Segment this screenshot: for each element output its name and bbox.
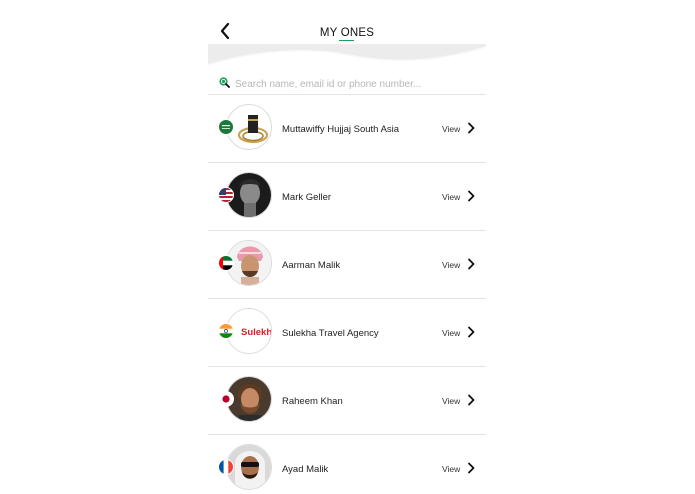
view-link[interactable]: View [442,192,460,202]
view-link[interactable]: View [442,396,460,406]
flag-france-icon [218,459,234,475]
contact-name: Raheem Khan [282,396,343,407]
chevron-right-icon[interactable] [467,190,475,202]
view-link[interactable]: View [442,260,460,270]
page-title-part: MY [319,27,341,39]
search-icon [219,77,230,88]
search-input[interactable] [235,77,475,91]
title-accent-underline [338,39,354,41]
page-title: MY ONES [208,27,486,41]
header: MY ONES [208,0,486,80]
list-item[interactable]: Muttawiffy Hujjaj South Asia View [208,95,486,163]
list-item[interactable]: Raheem Khan View [208,367,486,435]
chevron-right-icon[interactable] [467,122,475,134]
view-link[interactable]: View [442,124,460,134]
view-link[interactable]: View [442,464,460,474]
flag-japan-icon [218,391,234,407]
page-title-part: ES [358,27,375,39]
list-item[interactable]: Mark Geller View [208,163,486,231]
logo-text: Sulekha [241,327,271,338]
contact-name: Sulekha Travel Agency [282,328,379,339]
contact-name: Muttawiffy Hujjaj South Asia [282,124,400,135]
list-item[interactable]: Ayad Malik View [208,435,486,494]
contact-list: Muttawiffy Hujjaj South Asia View Mark G… [208,95,486,494]
flag-saudi-arabia-icon [218,119,234,135]
contact-name: Mark Geller [282,192,332,203]
flag-united-arab-emirates-icon [218,255,234,271]
list-item[interactable]: Sulekha Sulekha Travel Agency View [208,299,486,367]
flag-india-icon [218,323,234,339]
chevron-right-icon[interactable] [467,394,475,406]
list-item[interactable]: Aarman Malik View [208,231,486,299]
contact-name: Ayad Malik [282,464,329,475]
chevron-right-icon[interactable] [467,326,475,338]
contact-name: Aarman Malik [282,260,341,271]
page-title-part: ON [340,27,359,39]
app-screen: MY ONES Search name, email id or phone n… [208,0,486,494]
view-link[interactable]: View [442,328,460,338]
flag-united-states-icon [218,187,234,203]
search-bar [208,74,486,95]
chevron-right-icon[interactable] [467,258,475,270]
chevron-right-icon[interactable] [467,462,475,474]
